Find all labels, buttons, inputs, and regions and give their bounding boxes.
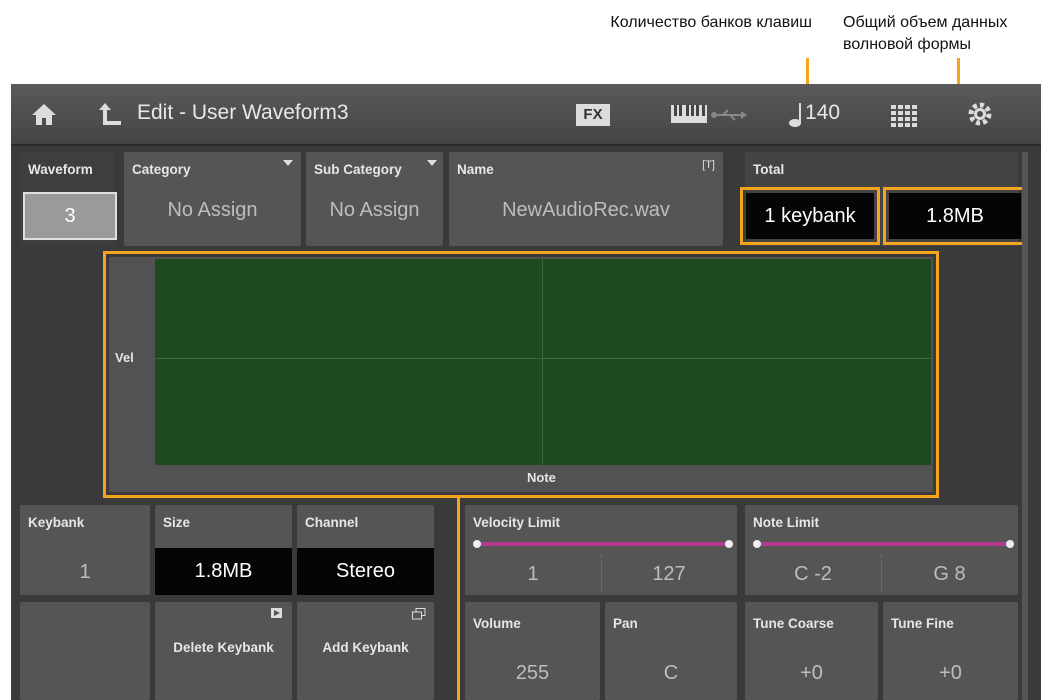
pan-label: Pan (613, 616, 638, 631)
total-keybanks-value: 1 keybank (746, 193, 874, 239)
play-icon (271, 608, 282, 618)
sub-category-label: Sub Category (314, 162, 402, 177)
graph-x-label: Note (527, 470, 556, 485)
sub-category-value: No Assign (329, 199, 420, 221)
volume-value: 255 (515, 662, 550, 684)
delete-keybank-label: Delete Keybank (173, 640, 274, 655)
note-range-slider[interactable] (753, 540, 1014, 548)
note-icon (789, 102, 805, 133)
tune-fine-cell[interactable]: Tune Fine +0 (883, 602, 1018, 700)
velocity-high-value[interactable]: 127 (601, 563, 737, 586)
gear-icon[interactable] (966, 100, 994, 133)
tune-coarse-cell[interactable]: Tune Coarse +0 (745, 602, 878, 700)
total-label: Total (753, 162, 785, 177)
size-value: 1.8MB (155, 548, 292, 595)
waveform-value[interactable]: 3 (23, 192, 117, 240)
tune-fine-value: +0 (939, 662, 962, 684)
dropdown-arrow-icon (283, 160, 293, 166)
sub-category-cell[interactable]: Sub Category No Assign (306, 152, 443, 246)
usb-icon (711, 108, 747, 127)
back-arrow-icon[interactable] (99, 101, 123, 132)
velocity-limit-cell[interactable]: Velocity Limit 1 127 (465, 505, 737, 595)
channel-label: Channel (305, 515, 359, 530)
velocity-low-value[interactable]: 1 (465, 563, 601, 586)
velocity-low-handle[interactable] (473, 540, 481, 548)
top-bar: Edit - User Waveform3 FX 140 (11, 84, 1041, 146)
velocity-limit-label: Velocity Limit (473, 515, 561, 530)
note-limit-cell[interactable]: Note Limit C -2 G 8 (745, 505, 1018, 595)
channel-value: Stereo (297, 548, 434, 595)
tune-fine-label: Tune Fine (891, 616, 954, 631)
add-keybank-label: Add Keybank (322, 640, 409, 655)
name-value: NewAudioRec.wav (502, 199, 670, 221)
tempo-value[interactable]: 140 (805, 101, 840, 125)
category-value: No Assign (167, 199, 258, 221)
category-label: Category (132, 162, 191, 177)
velocity-high-handle[interactable] (725, 540, 733, 548)
delete-keybank-button[interactable]: Delete Keybank (155, 602, 292, 700)
text-edit-badge: [T] (702, 159, 715, 171)
empty-cell (20, 602, 150, 700)
keybank-cell[interactable]: Keybank 1 (20, 505, 150, 595)
graph-y-label: Vel (115, 350, 134, 365)
note-high-handle[interactable] (1006, 540, 1014, 548)
name-cell[interactable]: Name [T] NewAudioRec.wav (449, 152, 723, 246)
annotation-keybank-count: Количество банков клавиш (610, 14, 812, 31)
note-high-value[interactable]: G 8 (881, 563, 1018, 586)
pan-value: C (663, 662, 679, 684)
note-limit-label: Note Limit (753, 515, 819, 530)
home-icon[interactable] (31, 102, 57, 131)
leader-line-graph (457, 497, 460, 700)
volume-label: Volume (473, 616, 521, 631)
graph-gridline-horizontal (155, 358, 931, 359)
keybank-value: 1 (79, 561, 91, 583)
total-size-value: 1.8MB (889, 193, 1021, 239)
fx-icon[interactable]: FX (576, 104, 610, 126)
waveform-label: Waveform (28, 162, 93, 177)
page-title: Edit - User Waveform3 (137, 101, 349, 124)
scrollbar[interactable] (1022, 152, 1028, 700)
dropdown-arrow-icon (427, 160, 437, 166)
popup-window-icon (412, 607, 426, 625)
tune-coarse-value: +0 (800, 662, 823, 684)
tune-coarse-label: Tune Coarse (753, 616, 834, 631)
size-label: Size (163, 515, 191, 530)
velocity-range-slider[interactable] (473, 540, 733, 548)
name-label: Name (457, 162, 494, 177)
add-keybank-button[interactable]: Add Keybank (297, 602, 434, 700)
note-low-value[interactable]: C -2 (745, 563, 881, 586)
pan-cell[interactable]: Pan C (605, 602, 737, 700)
keybank-label: Keybank (28, 515, 85, 530)
category-cell[interactable]: Category No Assign (124, 152, 301, 246)
grid-icon[interactable] (891, 105, 917, 132)
note-low-handle[interactable] (753, 540, 761, 548)
annotation-total-size: Общий объем данных волновой формы (843, 14, 1008, 53)
graph-gridline-vertical (542, 259, 543, 465)
keybank-graph[interactable] (155, 259, 931, 465)
volume-cell[interactable]: Volume 255 (465, 602, 600, 700)
keyboard-icon (671, 105, 707, 128)
